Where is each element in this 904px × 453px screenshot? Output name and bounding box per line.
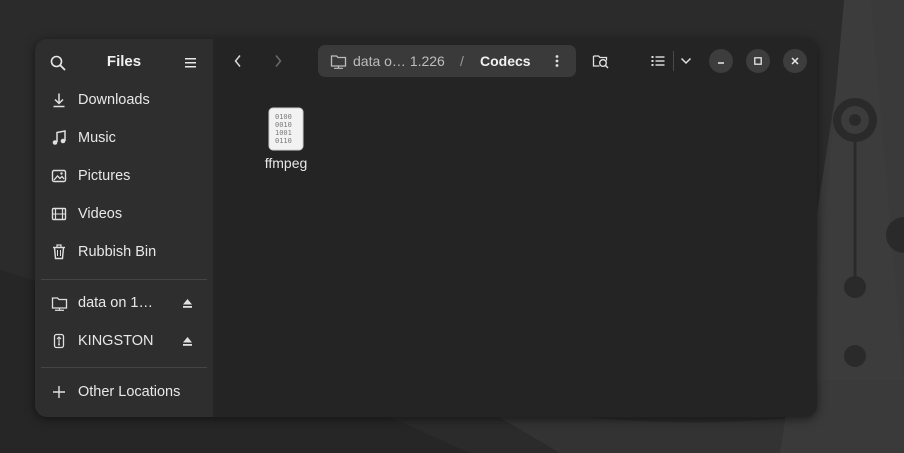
view-options-button[interactable] xyxy=(676,50,696,72)
search-folder-button[interactable] xyxy=(589,50,613,72)
sidebar-item-network-share[interactable]: data on 1… xyxy=(41,286,207,320)
eject-icon[interactable] xyxy=(182,296,193,314)
maximize-icon xyxy=(754,57,762,65)
sidebar-item-kingston[interactable]: KINGSTON xyxy=(41,324,207,358)
download-icon xyxy=(50,91,68,109)
binary-file-icon: 0100 0010 1001 0110 xyxy=(268,107,304,151)
svg-text:0100: 0100 xyxy=(275,113,292,121)
forward-button[interactable] xyxy=(267,50,289,72)
path-segment-current[interactable]: Codecs xyxy=(480,53,531,69)
more-vertical-icon xyxy=(555,55,559,67)
sidebar-item-music[interactable]: Music xyxy=(41,121,207,155)
close-icon xyxy=(791,57,799,65)
chevron-left-icon xyxy=(234,55,241,67)
sidebar-item-pictures[interactable]: Pictures xyxy=(41,159,207,193)
path-menu-button[interactable] xyxy=(548,53,566,69)
path-separator: / xyxy=(460,53,464,69)
sidebar-item-videos[interactable]: Videos xyxy=(41,197,207,231)
minimize-icon xyxy=(718,62,724,64)
eject-icon[interactable] xyxy=(182,334,193,352)
minimize-button[interactable] xyxy=(709,49,733,73)
list-view-icon xyxy=(651,56,665,66)
sidebar-item-label: Rubbish Bin xyxy=(78,244,157,260)
sidebar-item-label: Downloads xyxy=(78,92,150,108)
pictures-icon xyxy=(50,167,68,185)
music-icon xyxy=(50,129,68,147)
sidebar-item-label: KINGSTON xyxy=(78,333,154,349)
back-button[interactable] xyxy=(227,50,249,72)
file-name: ffmpeg xyxy=(264,155,308,171)
path-segment-parent[interactable]: data o… 1.226 xyxy=(353,53,445,69)
files-window: Files Downloads Music Pictures Videos Ru… xyxy=(35,39,817,417)
sidebar-header: Files xyxy=(35,39,213,85)
main-content: data o… 1.226 / Codecs 0100 0010 1001 01… xyxy=(213,39,817,417)
list-view-button[interactable] xyxy=(646,50,670,72)
sidebar-separator xyxy=(41,279,207,280)
trash-icon xyxy=(50,243,68,261)
svg-text:1001: 1001 xyxy=(275,129,292,137)
sidebar-item-label: data on 1… xyxy=(78,295,153,311)
sidebar-item-downloads[interactable]: Downloads xyxy=(41,83,207,117)
usb-drive-icon xyxy=(50,332,68,350)
hamburger-menu-icon xyxy=(185,58,196,68)
svg-text:0010: 0010 xyxy=(275,121,292,129)
sidebar-item-rubbish-bin[interactable]: Rubbish Bin xyxy=(41,235,207,269)
path-bar: data o… 1.226 / Codecs xyxy=(318,45,576,77)
plus-icon xyxy=(50,383,68,401)
sidebar-separator xyxy=(41,367,207,368)
network-folder-icon xyxy=(50,294,68,312)
maximize-button[interactable] xyxy=(746,49,770,73)
sidebar-item-label: Pictures xyxy=(78,168,131,184)
close-button[interactable] xyxy=(783,49,807,73)
svg-text:0110: 0110 xyxy=(275,137,292,145)
network-folder-icon xyxy=(329,53,347,69)
sidebar-item-other-locations[interactable]: Other Locations xyxy=(41,375,207,409)
sidebar-item-label: Videos xyxy=(78,206,123,222)
sidebar-item-label: Music xyxy=(78,130,116,146)
chevron-down-icon xyxy=(680,57,692,65)
file-item-ffmpeg[interactable]: 0100 0010 1001 0110 ffmpeg xyxy=(253,107,319,171)
main-menu-button[interactable] xyxy=(180,52,202,74)
chevron-right-icon xyxy=(275,55,282,67)
toolbar-divider xyxy=(673,51,674,71)
sidebar: Files Downloads Music Pictures Videos Ru… xyxy=(35,39,213,417)
folder-search-icon xyxy=(592,55,609,69)
sidebar-item-label: Other Locations xyxy=(78,384,181,400)
videos-icon xyxy=(50,205,68,223)
